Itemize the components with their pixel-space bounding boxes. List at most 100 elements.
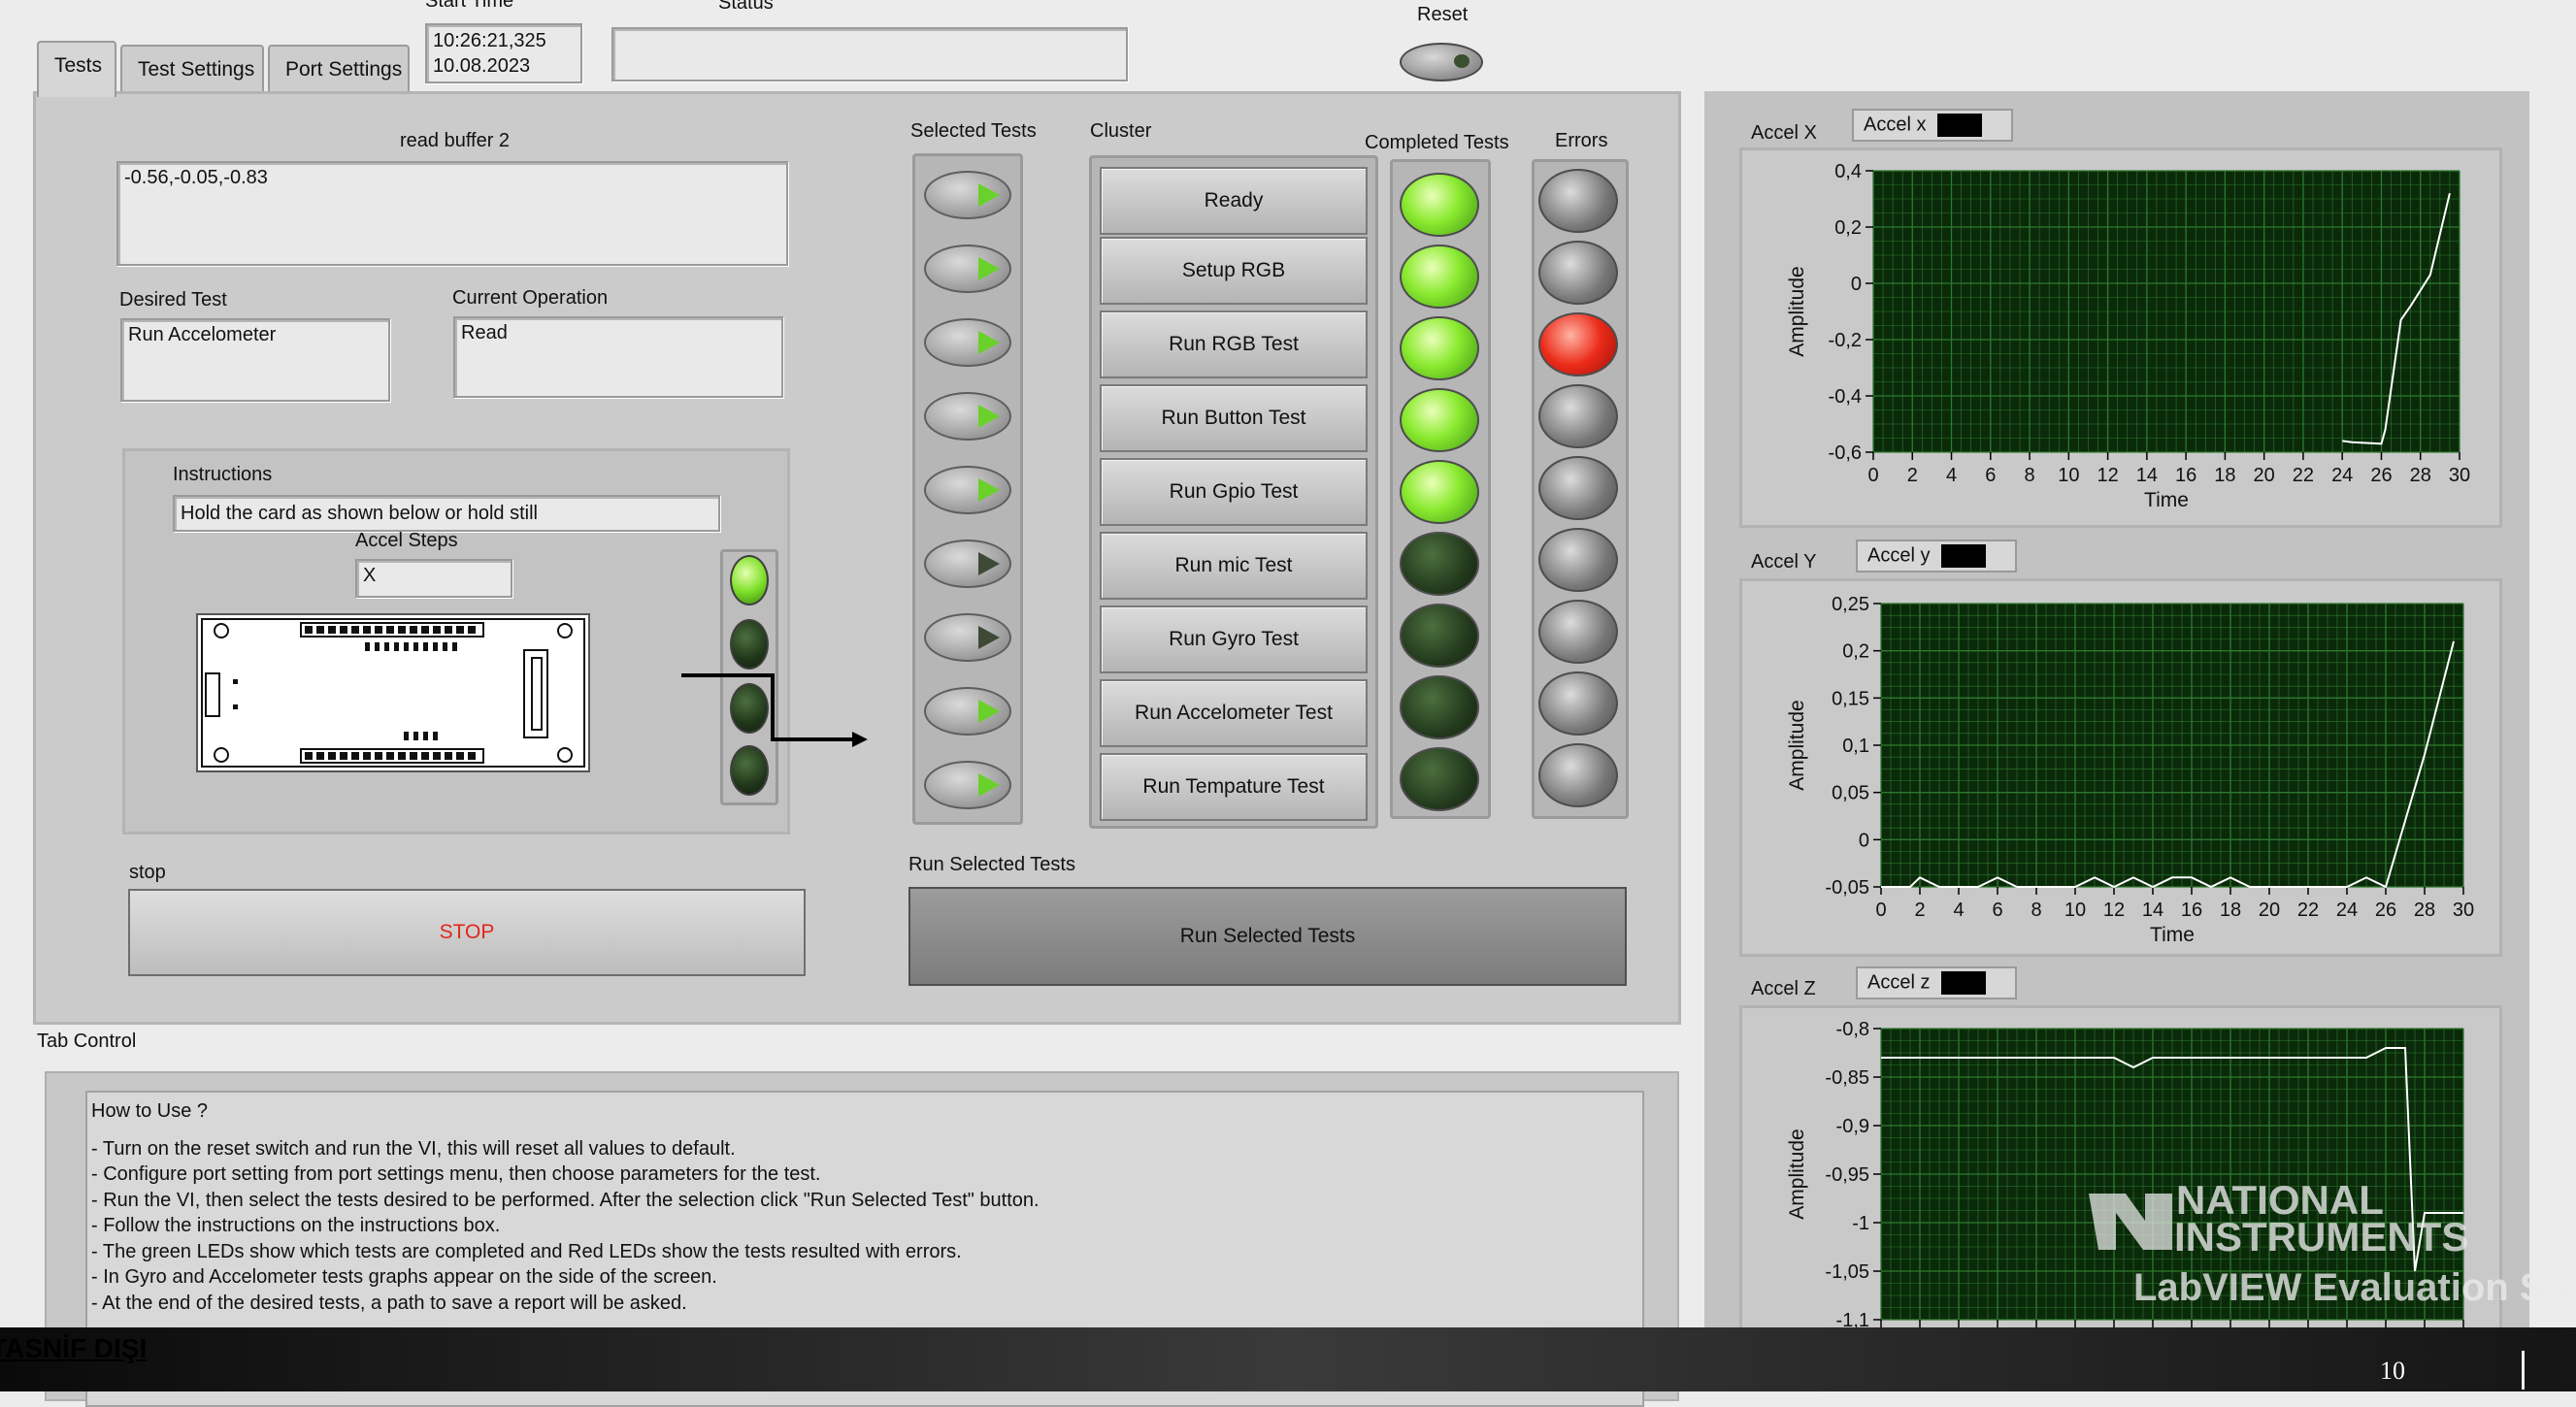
desired-test-label: Desired Test — [119, 289, 227, 311]
x-tick-label: 24 — [2336, 900, 2358, 921]
x-tick-label: 24 — [2331, 465, 2353, 486]
x-tick-label: 28 — [2410, 465, 2431, 486]
cluster-label: Cluster — [1090, 120, 1152, 142]
accel-step-led-1 — [730, 555, 769, 605]
error-led-7 — [1538, 600, 1618, 664]
cluster-button-run-gyro[interactable]: Run Gyro Test — [1100, 605, 1368, 673]
accel-steps-field: X — [355, 559, 512, 598]
completed-led-7 — [1400, 604, 1479, 668]
x-axis-label: Time — [2150, 924, 2195, 946]
selected-test-toggle-9[interactable] — [924, 761, 1011, 809]
x-axis-label: Time — [2144, 489, 2189, 511]
x-tick-label: 20 — [2254, 465, 2275, 486]
legend-line-icon — [1941, 971, 1987, 995]
accel-step-led-2 — [730, 619, 769, 670]
cluster-button-run-button[interactable]: Run Button Test — [1100, 384, 1368, 452]
classification-label: TASNİF DIŞI — [0, 1333, 148, 1363]
desired-test-field: Run Accelometer — [120, 318, 390, 402]
x-tick-label: 2 — [1907, 465, 1918, 486]
selected-test-toggle-7[interactable] — [924, 613, 1011, 662]
completed-led-5 — [1400, 460, 1479, 524]
selected-test-toggle-4[interactable] — [924, 392, 1011, 441]
x-tick-label: 26 — [2370, 465, 2392, 486]
x-tick-label: 4 — [1946, 465, 1957, 486]
selected-test-toggle-5[interactable] — [924, 466, 1011, 514]
selected-test-toggle-1[interactable] — [924, 171, 1011, 219]
cluster-button-run-mic[interactable]: Run mic Test — [1100, 532, 1368, 600]
tab-port-settings[interactable]: Port Settings — [268, 45, 410, 93]
howto-line-4: - Follow the instructions on the instruc… — [91, 1215, 501, 1236]
y-tick-label: 0,2 — [1834, 217, 1862, 239]
selected-tests-label: Selected Tests — [910, 120, 1037, 142]
y-axis-label: Amplitude — [1786, 1129, 1808, 1219]
reset-switch[interactable] — [1400, 43, 1483, 82]
accel-y-legend[interactable]: Accel y — [1856, 540, 2017, 573]
accel-y-chart: 0,250,20,150,10,050-0,050 2 4 6 8 10 12 14 16 18 2… — [1786, 594, 2474, 946]
stop-button[interactable]: STOP — [128, 889, 806, 976]
accel-z-title: Accel Z — [1751, 978, 1816, 999]
selected-test-toggle-8[interactable] — [924, 687, 1011, 736]
step-arrow — [681, 673, 868, 747]
error-led-2 — [1538, 241, 1618, 305]
selected-test-toggle-2[interactable] — [924, 245, 1011, 293]
tab-tests[interactable]: Tests — [37, 41, 116, 97]
board-image — [196, 613, 590, 772]
status-field — [611, 27, 1128, 82]
y-tick-label: -0,9 — [1836, 1116, 1869, 1137]
error-led-8 — [1538, 671, 1618, 736]
error-led-5 — [1538, 456, 1618, 520]
accel-y-title: Accel Y — [1751, 551, 1817, 573]
ni-eagle-icon — [2087, 1188, 2174, 1256]
y-tick-label: -0,4 — [1829, 386, 1862, 408]
y-tick-label: -1 — [1852, 1213, 1869, 1234]
footer-divider — [2522, 1351, 2525, 1390]
y-tick-label: 0 — [1851, 274, 1862, 295]
run-selected-tests-button[interactable]: Run Selected Tests — [908, 887, 1627, 986]
error-led-6 — [1538, 528, 1618, 592]
legend-line-icon — [1941, 544, 1987, 568]
reset-indicator — [1454, 54, 1470, 68]
error-led-1 — [1538, 169, 1618, 233]
completed-led-2 — [1400, 245, 1479, 309]
x-tick-label: 22 — [2297, 900, 2319, 921]
y-tick-label: -1,05 — [1825, 1261, 1869, 1283]
selected-test-toggle-3[interactable] — [924, 318, 1011, 367]
stop-label: stop — [129, 862, 166, 883]
cluster-button-run-tempature[interactable]: Run Tempature Test — [1100, 753, 1368, 821]
x-tick-label: 8 — [2031, 900, 2041, 921]
read-buffer-field: -0.56,-0.05,-0.83 — [116, 161, 788, 266]
howto-line-2: - Configure port setting from port setti… — [91, 1163, 821, 1185]
play-icon — [978, 552, 1000, 575]
x-tick-label: 28 — [2414, 900, 2435, 921]
x-tick-label: 14 — [2136, 465, 2158, 486]
error-led-4 — [1538, 384, 1618, 448]
start-time-value: 10:26:21,325 — [433, 30, 546, 51]
cluster-button-run-accelometer[interactable]: Run Accelometer Test — [1100, 679, 1368, 747]
completed-led-4 — [1400, 388, 1479, 452]
y-tick-label: 0,1 — [1842, 736, 1869, 757]
cluster-button-setup-rgb[interactable]: Setup RGB — [1100, 237, 1368, 305]
play-icon — [978, 773, 1000, 797]
cluster-button-ready[interactable]: Ready — [1100, 167, 1368, 235]
y-tick-label: -0,6 — [1829, 442, 1862, 464]
x-tick-label: 10 — [2064, 900, 2086, 921]
cluster-button-run-rgb[interactable]: Run RGB Test — [1100, 311, 1368, 378]
play-icon — [978, 183, 1000, 207]
completed-led-8 — [1400, 675, 1479, 739]
accel-x-chart: 0,40,20-0,2-0,4-0,60 2 4 6 8 10 12 14 16 18 20 22 24… — [1786, 161, 2470, 511]
start-date-value: 10.08.2023 — [433, 55, 531, 77]
labview-eval: LabVIEW Evaluation So — [2133, 1266, 2569, 1309]
selected-test-toggle-6[interactable] — [924, 540, 1011, 588]
play-icon — [978, 405, 1000, 428]
x-tick-label: 26 — [2375, 900, 2396, 921]
tab-test-settings[interactable]: Test Settings — [120, 45, 264, 93]
start-time-label: Start Time — [425, 0, 514, 12]
error-led-9 — [1538, 743, 1618, 807]
howto-line-7: - At the end of the desired tests, a pat… — [91, 1292, 687, 1314]
tab-control-label: Tab Control — [37, 1031, 137, 1052]
cluster-button-run-gpio[interactable]: Run Gpio Test — [1100, 458, 1368, 526]
accel-x-legend[interactable]: Accel x — [1852, 109, 2013, 142]
y-axis-label: Amplitude — [1786, 700, 1808, 790]
accel-z-legend[interactable]: Accel z — [1856, 966, 2017, 999]
x-tick-label: 0 — [1875, 900, 1886, 921]
